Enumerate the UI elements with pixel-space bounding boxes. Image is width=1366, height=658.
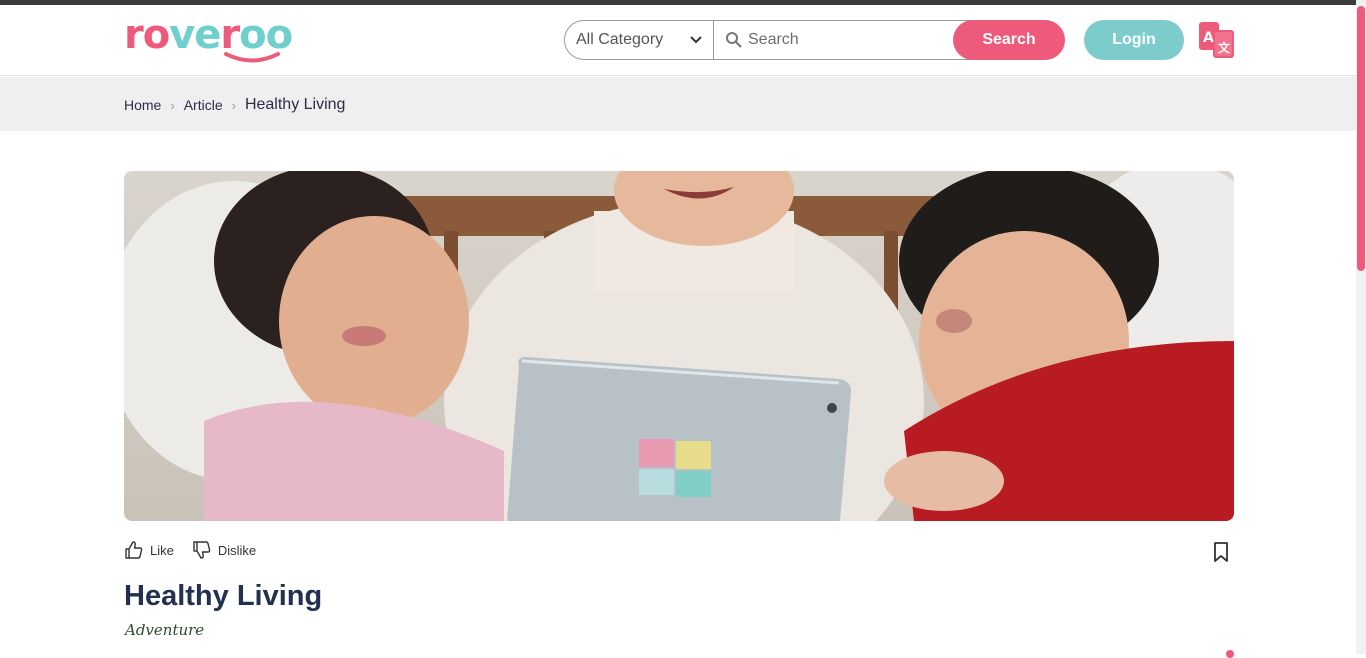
page-scrollbar[interactable] <box>1356 0 1366 654</box>
thumbs-up-icon <box>125 541 143 559</box>
article-hero-image <box>124 171 1234 521</box>
search-button[interactable]: Search <box>953 20 1065 60</box>
like-button[interactable]: Like <box>124 540 174 560</box>
decorative-dot <box>1226 650 1234 658</box>
thumbs-down-icon <box>193 541 211 559</box>
like-label: Like <box>150 542 174 558</box>
breadcrumb-article[interactable]: Article <box>184 97 223 113</box>
breadcrumb-home[interactable]: Home <box>124 97 161 113</box>
chevron-right-icon: › <box>170 97 175 113</box>
logo-smile-icon <box>224 52 280 63</box>
search-input[interactable] <box>748 27 948 53</box>
breadcrumb-bar: Home › Article › Healthy Living <box>0 77 1356 131</box>
scrollbar-thumb[interactable] <box>1357 6 1365 271</box>
svg-text:A: A <box>1203 30 1214 46</box>
login-button[interactable]: Login <box>1084 20 1184 60</box>
chevron-down-icon <box>690 36 702 44</box>
logo-part-2: ve <box>169 12 221 58</box>
category-select-value: All Category <box>576 31 664 48</box>
search-icon <box>726 32 742 48</box>
search-bar: All Category Search <box>564 20 1065 60</box>
dislike-label: Dislike <box>217 542 257 558</box>
svg-text:文: 文 <box>1218 40 1231 55</box>
article-title: Healthy Living <box>124 580 323 612</box>
site-header: roveroo All Category Search Login A 文 <box>0 5 1356 76</box>
roveroo-logo[interactable]: roveroo <box>124 12 293 63</box>
bookmark-icon[interactable] <box>1212 541 1230 563</box>
breadcrumb: Home › Article › Healthy Living <box>124 96 345 114</box>
article-actions: Like Dislike <box>124 540 274 560</box>
hero-photo-illustration <box>124 171 1234 521</box>
chevron-right-icon: › <box>231 97 236 113</box>
dislike-button[interactable]: Dislike <box>192 540 256 560</box>
category-select[interactable]: All Category <box>565 21 714 59</box>
logo-part-1: ro <box>124 12 170 58</box>
breadcrumb-current: Healthy Living <box>244 96 346 113</box>
article-category[interactable]: Adventure <box>125 621 204 639</box>
logo-wordmark: roveroo <box>124 12 293 58</box>
translate-icon[interactable]: A 文 <box>1199 22 1235 58</box>
